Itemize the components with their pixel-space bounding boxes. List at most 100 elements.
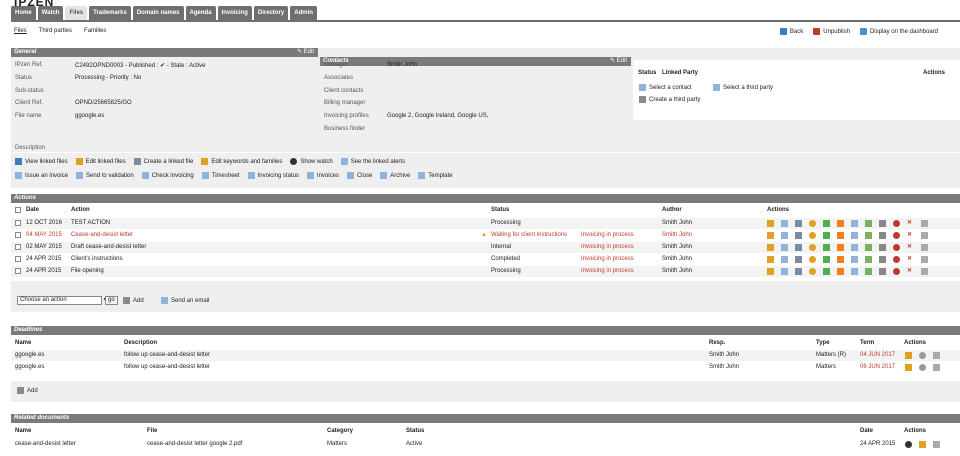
doc-name[interactable]: cease-and-desist letter <box>15 441 76 447</box>
contacts-edit-link[interactable]: ✎ Edit <box>610 57 627 66</box>
delete-icon[interactable]: ✕ <box>907 256 914 263</box>
export-icon[interactable] <box>823 244 830 251</box>
trash-icon[interactable] <box>921 232 928 239</box>
create-third-party-link[interactable]: Create a third party <box>639 96 700 103</box>
stop-icon[interactable] <box>893 256 900 263</box>
invoices-button[interactable]: Invoices <box>306 172 339 179</box>
pencil-icon[interactable] <box>767 244 774 251</box>
checkbox[interactable] <box>15 207 21 213</box>
stamp-icon[interactable] <box>879 256 886 263</box>
tag-icon[interactable] <box>865 256 872 263</box>
send-validation-button[interactable]: Send to validation <box>76 172 134 179</box>
subnav-families[interactable]: Families <box>84 28 106 34</box>
document-icon[interactable] <box>781 256 788 263</box>
action-name[interactable]: File opening <box>71 268 104 274</box>
trash-icon[interactable] <box>933 352 940 359</box>
archive-button[interactable]: Archive <box>380 172 410 179</box>
issue-invoice-button[interactable]: Issue an invoice <box>15 172 68 179</box>
clock-icon[interactable] <box>809 232 816 239</box>
action-name[interactable]: Cease-and-desist letter <box>71 232 133 238</box>
tag-icon[interactable] <box>865 268 872 275</box>
eye-icon[interactable] <box>905 441 912 448</box>
copy-icon[interactable] <box>795 268 802 275</box>
stamp-icon[interactable] <box>879 268 886 275</box>
trash-icon[interactable] <box>921 268 928 275</box>
flag-icon[interactable] <box>837 256 844 263</box>
subnav-third-parties[interactable]: Third parties <box>39 28 72 34</box>
delete-icon[interactable]: ✕ <box>907 220 914 227</box>
deadline-name[interactable]: ggoogle.es <box>15 352 44 358</box>
action-name[interactable]: TEST ACTION <box>71 220 110 226</box>
delete-icon[interactable]: ✕ <box>907 244 914 251</box>
unpublish-button[interactable]: Unpublish <box>813 28 850 35</box>
tab-agenda[interactable]: Agenda <box>185 6 216 20</box>
calendar-icon[interactable] <box>851 244 858 251</box>
pencil-icon[interactable] <box>919 441 926 448</box>
subnav-files[interactable]: Files <box>14 28 27 34</box>
row-checkbox[interactable] <box>15 220 21 227</box>
action-row[interactable]: 04 MAY 2015 Cease-and-desist letter ▲ Waiti… <box>11 230 960 241</box>
template-button[interactable]: Template <box>418 172 453 179</box>
export-icon[interactable] <box>823 268 830 275</box>
copy-icon[interactable] <box>795 256 802 263</box>
delete-icon[interactable]: ✕ <box>907 268 914 275</box>
close-button[interactable]: Close <box>346 172 372 179</box>
stop-icon[interactable] <box>893 268 900 275</box>
tag-icon[interactable] <box>865 220 872 227</box>
tag-icon[interactable] <box>865 244 872 251</box>
doc-file[interactable]: cease-and-desist letter google 2.pdf <box>147 441 242 447</box>
copy-icon[interactable] <box>795 244 802 251</box>
edit-keywords-button[interactable]: Edit keywords and families <box>201 158 282 165</box>
action-row[interactable]: 02 MAY 2015 Draft cease-and-desist letter… <box>11 242 960 253</box>
document-icon[interactable] <box>781 232 788 239</box>
stamp-icon[interactable] <box>879 232 886 239</box>
show-watch-button[interactable]: Show watch <box>290 158 333 165</box>
action-row[interactable]: 12 OCT 2016 TEST ACTION Processing Smith Jo… <box>11 218 960 229</box>
flag-icon[interactable] <box>837 268 844 275</box>
clock-icon[interactable] <box>809 244 816 251</box>
deadline-row[interactable]: ggoogle.es follow up cease-and-desist let… <box>11 350 960 361</box>
general-edit-link[interactable]: ✎ Edit <box>297 48 314 57</box>
trash-icon[interactable] <box>933 364 940 371</box>
calendar-icon[interactable] <box>851 268 858 275</box>
select-contact-link[interactable]: Select a contact <box>639 84 692 91</box>
stamp-icon[interactable] <box>879 244 886 251</box>
clock-icon[interactable] <box>809 256 816 263</box>
pencil-icon[interactable] <box>767 268 774 275</box>
row-checkbox[interactable] <box>15 244 21 251</box>
calendar-icon[interactable] <box>851 256 858 263</box>
document-icon[interactable] <box>781 220 788 227</box>
create-linked-file-button[interactable]: Create a linked file <box>133 158 193 165</box>
export-icon[interactable] <box>823 232 830 239</box>
stop-icon[interactable] <box>893 232 900 239</box>
select-third-party-link[interactable]: Select a third party <box>713 84 773 91</box>
delete-icon[interactable]: ✕ <box>907 232 914 239</box>
pencil-icon[interactable] <box>767 232 774 239</box>
tab-home[interactable]: Home <box>11 6 36 20</box>
tab-trademarks[interactable]: Trademarks <box>89 6 131 20</box>
invoicing-status-button[interactable]: Invoicing status <box>247 172 299 179</box>
send-email-button[interactable]: Send an email <box>161 297 209 304</box>
actions-select-all[interactable] <box>15 207 21 214</box>
trash-icon[interactable] <box>921 220 928 227</box>
cancel-icon[interactable] <box>919 364 926 371</box>
action-name[interactable]: Client's instructions <box>71 256 123 262</box>
export-icon[interactable] <box>823 220 830 227</box>
pencil-icon[interactable] <box>767 220 774 227</box>
clock-icon[interactable] <box>809 220 816 227</box>
document-icon[interactable] <box>781 244 788 251</box>
calendar-icon[interactable] <box>851 220 858 227</box>
timesheet-button[interactable]: Timesheet <box>201 172 240 179</box>
flag-icon[interactable] <box>837 244 844 251</box>
deadline-name[interactable]: ggoogle.es <box>15 364 44 370</box>
add-action-button[interactable]: Add <box>123 297 144 304</box>
pencil-icon[interactable] <box>905 352 912 359</box>
calendar-icon[interactable] <box>851 232 858 239</box>
pencil-icon[interactable] <box>767 256 774 263</box>
export-icon[interactable] <box>823 256 830 263</box>
row-checkbox[interactable] <box>15 232 21 239</box>
stamp-icon[interactable] <box>879 220 886 227</box>
action-name[interactable]: Draft cease-and-desist letter <box>71 244 146 250</box>
document-icon[interactable] <box>781 268 788 275</box>
tab-directory[interactable]: Directory <box>253 6 289 20</box>
